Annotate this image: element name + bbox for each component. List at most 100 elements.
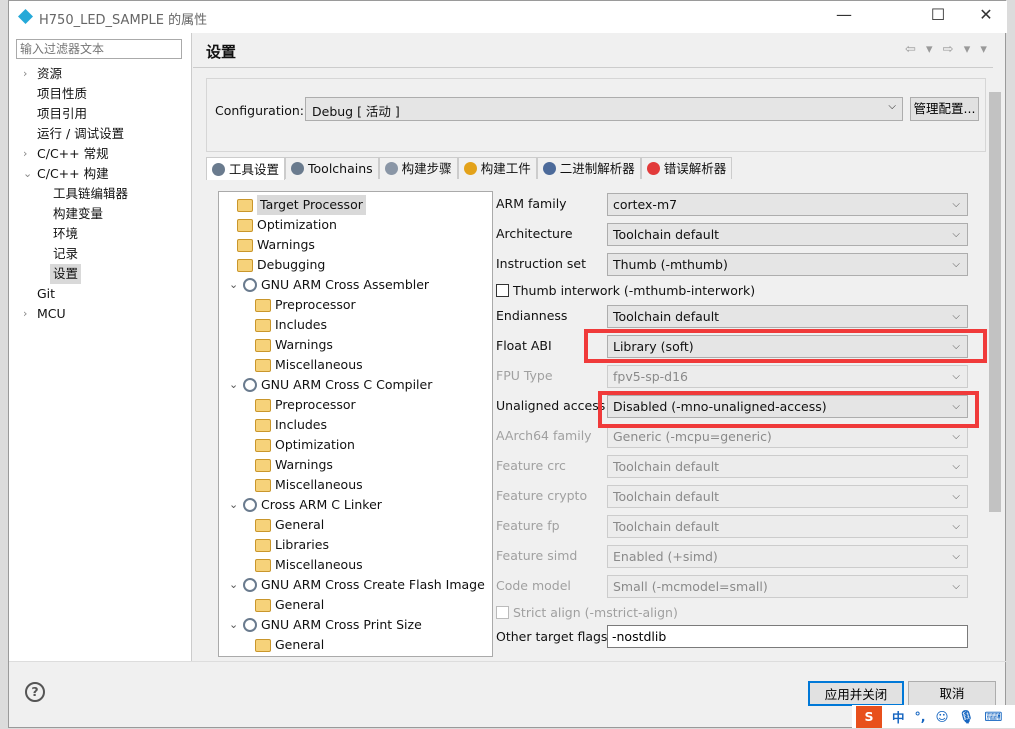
nav-panel: › 资源项目性质项目引用运行 / 调试设置 › C/C++ 常规⌄C/C++ 构建工具… — [9, 33, 192, 661]
tree-item[interactable]: Warnings — [237, 235, 315, 255]
checkbox[interactable]: Thumb interwork (-mthumb-interwork) — [496, 280, 755, 300]
highlight-float-abi — [584, 329, 987, 363]
property-select[interactable]: Thumb (-mthumb) ⌵ — [607, 253, 968, 276]
tree-item[interactable]: Warnings — [255, 335, 333, 355]
tab-5[interactable]: 错误解析器 — [640, 157, 733, 179]
tree-item[interactable]: General — [255, 515, 324, 535]
other-flags-input[interactable] — [607, 625, 968, 648]
tree-item[interactable]: Miscellaneous — [255, 475, 363, 495]
nav-item[interactable]: MCU — [37, 304, 66, 324]
tree-item[interactable]: Miscellaneous — [255, 555, 363, 575]
chevron-right-icon[interactable]: › — [23, 304, 27, 324]
tree-item[interactable]: Debugging — [237, 255, 325, 275]
tree-item[interactable]: Includes — [255, 415, 327, 435]
tab-1[interactable]: Toolchains — [285, 157, 379, 179]
trophy-icon — [463, 162, 477, 175]
chevron-down-icon: ⌵ — [952, 521, 960, 532]
tab-4[interactable]: 二进制解析器 — [536, 157, 641, 179]
divider — [193, 67, 993, 68]
tree-item[interactable]: ⌄ GNU ARM Cross C Compiler — [229, 375, 432, 395]
keyboard-icon[interactable]: ⌨ — [984, 709, 1002, 724]
maximize-button[interactable]: ☐ — [923, 5, 953, 29]
select-value: Toolchain default — [613, 489, 720, 504]
nav-item[interactable]: Git — [37, 284, 55, 304]
property-select[interactable]: cortex-m7 ⌵ — [607, 193, 968, 216]
tree-item[interactable]: Target Processor — [237, 195, 366, 215]
folder-icon — [255, 298, 271, 312]
folder-icon — [255, 558, 271, 572]
history-nav-buttons[interactable]: ⇦ ▾ ⇨ ▾ ▾ — [905, 42, 990, 57]
tree-item[interactable]: General — [255, 595, 324, 615]
ime-language[interactable]: 中 — [892, 707, 905, 726]
ime-punctuation[interactable]: °, — [915, 709, 926, 724]
tool-icon — [243, 578, 257, 592]
tree-item[interactable]: Warnings — [255, 455, 333, 475]
chevron-down-icon[interactable]: ⌄ — [229, 615, 239, 635]
vertical-scrollbar[interactable] — [987, 76, 1003, 658]
manage-configurations-button[interactable]: 管理配置... — [910, 97, 979, 121]
nav-item[interactable]: 环境 — [53, 224, 78, 244]
microphone-icon[interactable]: 🎙 — [959, 709, 975, 725]
tab-label: 二进制解析器 — [559, 161, 635, 176]
tree-item-label: General — [275, 637, 325, 652]
tree-item[interactable]: General — [255, 635, 324, 655]
tree-item-label: GNU ARM Cross Create Flash Image — [261, 577, 485, 592]
chevron-down-icon[interactable]: ⌄ — [229, 375, 239, 395]
property-label: Feature simd — [496, 548, 578, 563]
tree-item[interactable]: Optimization — [255, 435, 355, 455]
tree-item[interactable]: Preprocessor — [255, 395, 356, 415]
select-value: Toolchain default — [613, 227, 720, 242]
filter-input[interactable] — [16, 39, 182, 59]
help-icon[interactable]: ? — [25, 682, 45, 702]
chevron-right-icon[interactable]: › — [23, 64, 27, 84]
chevron-down-icon[interactable]: ⌄ — [229, 495, 239, 515]
checkbox-box — [496, 605, 509, 619]
nav-item[interactable]: 设置 — [50, 264, 82, 284]
chevron-down-icon: ⌵ — [952, 229, 960, 240]
tree-item[interactable]: Includes — [255, 315, 327, 335]
tree-item-label: Libraries — [275, 537, 329, 552]
tab-label: 构建步骤 — [401, 161, 452, 176]
nav-item[interactable]: 项目性质 — [37, 84, 87, 104]
tab-0[interactable]: 工具设置 — [206, 157, 286, 180]
property-select[interactable]: Toolchain default ⌵ — [607, 223, 968, 246]
minimize-button[interactable]: — — [829, 5, 859, 29]
property-label: Instruction set — [496, 256, 586, 271]
tree-item[interactable]: Miscellaneous — [255, 355, 363, 375]
tree-item[interactable]: Libraries — [255, 535, 329, 555]
emoji-icon[interactable]: ☺ — [936, 709, 949, 724]
tree-item[interactable]: ⌄ GNU ARM Cross Print Size — [229, 615, 422, 635]
ime-logo-icon[interactable]: S — [856, 705, 882, 728]
nav-item[interactable]: 资源 — [37, 64, 62, 84]
chevron-down-icon[interactable]: ⌄ — [229, 275, 239, 295]
close-button[interactable]: ✕ — [971, 5, 1001, 29]
tree-item[interactable]: ⌄ GNU ARM Cross Assembler — [229, 275, 429, 295]
tab-3[interactable]: 构建工件 — [457, 157, 537, 179]
chevron-down-icon[interactable]: ⌄ — [23, 164, 32, 184]
scrollbar-thumb[interactable] — [989, 92, 1001, 512]
nav-item[interactable]: C/C++ 构建 — [37, 164, 109, 184]
cancel-button[interactable]: 取消 — [908, 681, 996, 706]
nav-item[interactable]: 工具链编辑器 — [53, 184, 128, 204]
tree-item[interactable]: Preprocessor — [255, 295, 356, 315]
nav-item[interactable]: 运行 / 调试设置 — [37, 124, 124, 144]
folder-icon — [255, 418, 271, 432]
chevron-down-icon: ⌵ — [952, 461, 960, 472]
tree-item[interactable]: ⌄ GNU ARM Cross Create Flash Image — [229, 575, 485, 595]
property-select[interactable]: Toolchain default ⌵ — [607, 305, 968, 328]
chevron-right-icon[interactable]: › — [23, 144, 27, 164]
tab-2[interactable]: 构建步骤 — [378, 157, 458, 179]
nav-item[interactable]: 构建变量 — [53, 204, 103, 224]
nav-item[interactable]: C/C++ 常规 — [37, 144, 109, 164]
nav-item[interactable]: 项目引用 — [37, 104, 87, 124]
property-label: AArch64 family — [496, 428, 592, 443]
checkbox-box[interactable] — [496, 283, 509, 297]
configuration-select[interactable]: Debug [ 活动 ] ⌵ — [305, 97, 903, 121]
tree-item[interactable]: Optimization — [237, 215, 337, 235]
tree-item-label: Target Processor — [257, 195, 366, 215]
tree-item-label: Optimization — [257, 217, 337, 232]
chevron-down-icon[interactable]: ⌄ — [229, 575, 239, 595]
apply-and-close-button[interactable]: 应用并关闭 — [808, 681, 904, 706]
tree-item[interactable]: ⌄ Cross ARM C Linker — [229, 495, 382, 515]
nav-item[interactable]: 记录 — [53, 244, 78, 264]
